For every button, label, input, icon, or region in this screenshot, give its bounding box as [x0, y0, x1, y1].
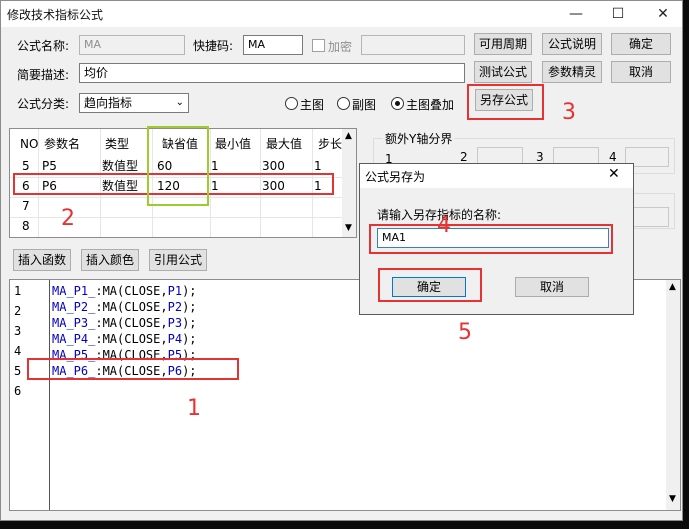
table-row[interactable]: 8 — [10, 216, 342, 236]
y-axis-slot-label: 4 — [609, 150, 617, 164]
insert-function-button[interactable]: 插入函数 — [13, 249, 71, 271]
cell-no: 8 — [22, 219, 30, 233]
minimize-button[interactable]: — — [565, 4, 587, 24]
col-header-max: 最大值 — [266, 137, 303, 151]
col-header-no: NO — [20, 137, 39, 151]
dialog-cancel-button[interactable]: 取消 — [515, 277, 589, 297]
cancel-button[interactable]: 取消 — [611, 61, 671, 83]
annotation-number: 4 — [437, 213, 451, 238]
col-header-type: 类型 — [105, 137, 130, 151]
annotation-box-ok — [378, 268, 482, 302]
y-axis-slot-label: 3 — [536, 150, 544, 164]
y-axis-slot-label: 2 — [460, 150, 468, 164]
code-line[interactable]: MA_P1_:MA(CLOSE,P1); — [52, 284, 197, 298]
reference-formula-button[interactable]: 引用公式 — [149, 249, 207, 271]
insert-color-button[interactable]: 插入颜色 — [81, 249, 139, 271]
annotation-number: 3 — [562, 100, 576, 125]
scroll-up-icon[interactable]: ▲ — [345, 131, 352, 141]
radio-sub-chart-label: 副图 — [352, 98, 377, 112]
table-scrollbar[interactable]: ▲ ▼ — [342, 129, 356, 237]
maximize-button[interactable]: ☐ — [607, 4, 629, 24]
formula-name-field[interactable]: MA — [79, 35, 185, 55]
line-number: 1 — [14, 284, 22, 298]
param-tuning-button[interactable]: 参数精灵 — [542, 61, 602, 83]
shortcut-field[interactable]: MA — [243, 35, 303, 55]
category-value: 趋向指标 — [84, 96, 133, 110]
dialog-title-bar: 公式另存为 ✕ — [360, 164, 633, 188]
formula-desc-button[interactable]: 公式说明 — [542, 33, 602, 55]
title-bar: 修改技术指标公式 — ☐ ✕ — [1, 1, 682, 27]
category-select[interactable]: 趋向指标 ⌄ — [79, 93, 189, 113]
editor-scrollbar[interactable]: ▲ ▼ — [666, 280, 680, 510]
line-number: 3 — [14, 324, 22, 338]
radio-main-chart[interactable] — [285, 97, 298, 110]
shortcut-label: 快捷码: — [193, 39, 234, 53]
scroll-down-icon[interactable]: ▼ — [345, 223, 352, 233]
col-header-step: 步长 — [318, 137, 343, 151]
scroll-up-icon[interactable]: ▲ — [669, 282, 676, 292]
radio-sub-chart[interactable] — [337, 97, 350, 110]
formula-name-label: 公式名称: — [17, 39, 70, 53]
dialog-close-icon[interactable]: ✕ — [608, 166, 620, 182]
annotation-box-input — [369, 224, 613, 254]
ok-button[interactable]: 确定 — [611, 33, 671, 55]
annotation-box-default — [147, 126, 209, 206]
annotation-number: 1 — [187, 396, 201, 421]
line-number: 5 — [14, 364, 22, 378]
scroll-down-icon[interactable]: ▼ — [669, 494, 676, 504]
cell-no: 7 — [22, 199, 30, 213]
encrypt-checkbox[interactable] — [312, 39, 325, 52]
description-field[interactable]: 均价 — [79, 63, 465, 83]
category-label: 公式分类: — [17, 97, 70, 111]
code-line[interactable]: MA_P3_:MA(CLOSE,P3); — [52, 316, 197, 330]
usage-period-button[interactable]: 可用周期 — [474, 33, 532, 55]
col-header-name: 参数名 — [44, 137, 81, 151]
close-button[interactable]: ✕ — [652, 4, 674, 24]
chevron-down-icon: ⌄ — [175, 97, 184, 108]
description-label: 简要描述: — [17, 68, 70, 82]
dialog-title: 公式另存为 — [365, 170, 426, 184]
annotation-box-save — [467, 84, 544, 120]
window-title: 修改技术指标公式 — [7, 8, 104, 22]
annotation-number: 5 — [458, 320, 472, 345]
line-number: 4 — [14, 344, 22, 358]
code-line[interactable]: MA_P4_:MA(CLOSE,P4); — [52, 332, 197, 346]
radio-overlay-label: 主图叠加 — [406, 98, 455, 112]
col-header-min: 最小值 — [215, 137, 252, 151]
annotation-number: 2 — [61, 206, 75, 231]
y-axis-group-label: 额外Y轴分界 — [383, 130, 455, 147]
line-number: 2 — [14, 304, 22, 318]
test-formula-button[interactable]: 测试公式 — [474, 61, 532, 83]
annotation-box-code — [27, 358, 239, 380]
encrypt-label: 加密 — [328, 40, 353, 54]
radio-overlay[interactable] — [391, 97, 404, 110]
code-line[interactable]: MA_P2_:MA(CLOSE,P2); — [52, 300, 197, 314]
password-field[interactable] — [361, 35, 465, 55]
radio-main-chart-label: 主图 — [300, 98, 325, 112]
line-number: 6 — [14, 384, 22, 398]
